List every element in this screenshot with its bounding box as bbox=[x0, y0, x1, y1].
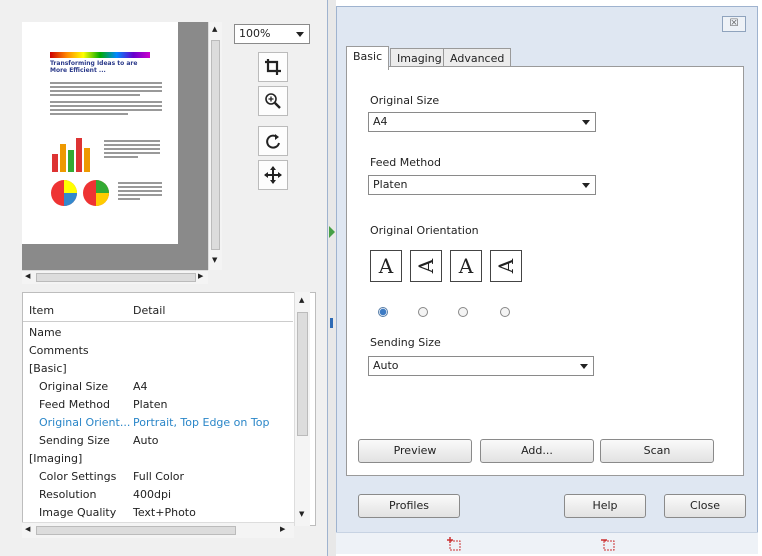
detail-horizontal-scrollbar[interactable]: ◀ ▶ bbox=[22, 522, 294, 538]
table-row[interactable]: [Basic] bbox=[29, 361, 299, 377]
page-text-block-2 bbox=[104, 138, 160, 160]
zoom-value: 100% bbox=[239, 27, 271, 40]
table-row[interactable]: Resolution 400dpi bbox=[29, 487, 299, 503]
orientation-landscape-left-icon[interactable]: A bbox=[410, 250, 442, 282]
splitter-arrow-icon[interactable] bbox=[329, 226, 335, 238]
scan-button[interactable]: Scan bbox=[600, 439, 714, 463]
status-strip bbox=[336, 532, 758, 554]
table-row[interactable]: Name bbox=[29, 325, 299, 341]
panel-splitter[interactable] bbox=[328, 0, 336, 556]
help-button[interactable]: Help bbox=[564, 494, 646, 518]
rotate-icon bbox=[266, 134, 280, 149]
crop-button[interactable] bbox=[258, 52, 288, 82]
orientation-radio-3[interactable] bbox=[458, 307, 468, 317]
preview-page: Transforming Ideas to are More Efficient… bbox=[22, 22, 178, 244]
scroll-up-icon[interactable]: ▲ bbox=[212, 25, 217, 33]
chevron-down-icon bbox=[582, 183, 590, 188]
scroll-down-icon[interactable]: ▼ bbox=[299, 510, 304, 518]
header-divider bbox=[23, 321, 293, 322]
zoom-in-button[interactable] bbox=[258, 86, 288, 116]
detail-vertical-scrollbar[interactable]: ▲ ▼ bbox=[294, 292, 310, 526]
page-text-block-3 bbox=[118, 180, 162, 202]
scroll-left-icon[interactable]: ◀ bbox=[25, 525, 30, 533]
zoom-select[interactable]: 100% bbox=[234, 24, 310, 44]
scroll-thumb[interactable] bbox=[36, 273, 196, 282]
table-header: Item Detail bbox=[29, 303, 309, 319]
add-item-icon[interactable] bbox=[446, 537, 462, 551]
magnifier-plus-icon bbox=[265, 93, 281, 109]
dialog-close-button[interactable]: ☒ bbox=[722, 16, 746, 32]
chevron-down-icon bbox=[580, 364, 588, 369]
detail-column-header: Detail bbox=[133, 304, 166, 317]
close-icon: ☒ bbox=[729, 18, 739, 29]
scroll-right-icon[interactable]: ▶ bbox=[280, 525, 285, 533]
scroll-right-icon[interactable]: ▶ bbox=[198, 272, 203, 280]
table-row[interactable]: Sending Size Auto bbox=[29, 433, 299, 449]
color-bar bbox=[50, 52, 150, 58]
orientation-radio-4[interactable] bbox=[500, 307, 510, 317]
settings-detail-table: Item Detail Name Comments [Basic] Origin… bbox=[22, 292, 316, 526]
scroll-left-icon[interactable]: ◀ bbox=[25, 272, 30, 280]
chevron-down-icon bbox=[296, 32, 304, 37]
table-row[interactable]: Color Settings Full Color bbox=[29, 469, 299, 485]
original-size-label: Original Size bbox=[370, 94, 440, 107]
preview-button[interactable]: Preview bbox=[358, 439, 472, 463]
add-button[interactable]: Add... bbox=[480, 439, 594, 463]
scroll-thumb[interactable] bbox=[36, 526, 236, 535]
remove-item-icon[interactable] bbox=[600, 537, 616, 551]
bar-chart-thumbnail bbox=[52, 138, 90, 172]
splitter-grip-icon bbox=[330, 318, 333, 328]
scroll-down-icon[interactable]: ▼ bbox=[212, 256, 217, 264]
crop-icon bbox=[265, 59, 281, 75]
preview-vertical-scrollbar[interactable]: ▲ ▼ bbox=[208, 22, 222, 270]
close-button[interactable]: Close bbox=[664, 494, 746, 518]
page-heading: Transforming Ideas to are More Efficient… bbox=[50, 60, 138, 74]
original-orientation-label: Original Orientation bbox=[370, 224, 479, 237]
feed-method-select[interactable]: Platen bbox=[368, 175, 596, 195]
move-icon bbox=[264, 166, 282, 184]
scroll-up-icon[interactable]: ▲ bbox=[299, 296, 304, 304]
table-row[interactable]: Image Quality Text+Photo bbox=[29, 505, 299, 521]
orientation-radio-2[interactable] bbox=[418, 307, 428, 317]
page-text-block bbox=[50, 80, 162, 117]
sending-size-label: Sending Size bbox=[370, 336, 441, 349]
table-row[interactable]: Comments bbox=[29, 343, 299, 359]
chevron-down-icon bbox=[582, 120, 590, 125]
table-row[interactable]: [Imaging] bbox=[29, 451, 299, 467]
orientation-portrait-top-icon[interactable]: A bbox=[370, 250, 402, 282]
move-button[interactable] bbox=[258, 160, 288, 190]
orientation-landscape-right-icon[interactable]: A bbox=[490, 250, 522, 282]
tab-basic[interactable]: Basic bbox=[346, 46, 390, 70]
feed-method-label: Feed Method bbox=[370, 156, 441, 169]
item-column-header: Item bbox=[29, 304, 55, 317]
orientation-portrait-top-alt-icon[interactable]: A bbox=[450, 250, 482, 282]
pie-chart-thumbnails bbox=[51, 180, 109, 206]
table-row-selected[interactable]: Original Orient... Portrait, Top Edge on … bbox=[29, 415, 299, 431]
scroll-thumb[interactable] bbox=[297, 312, 308, 436]
sending-size-select[interactable]: Auto bbox=[368, 356, 594, 376]
table-row[interactable]: Original Size A4 bbox=[29, 379, 299, 395]
profiles-button[interactable]: Profiles bbox=[358, 494, 460, 518]
preview-panel: Transforming Ideas to are More Efficient… bbox=[0, 0, 328, 556]
original-size-select[interactable]: A4 bbox=[368, 112, 596, 132]
table-row[interactable]: Feed Method Platen bbox=[29, 397, 299, 413]
orientation-radio-1[interactable] bbox=[378, 307, 388, 317]
scroll-thumb[interactable] bbox=[211, 40, 220, 250]
preview-horizontal-scrollbar[interactable]: ◀ ▶ bbox=[22, 270, 208, 284]
rotate-button[interactable] bbox=[258, 126, 288, 156]
